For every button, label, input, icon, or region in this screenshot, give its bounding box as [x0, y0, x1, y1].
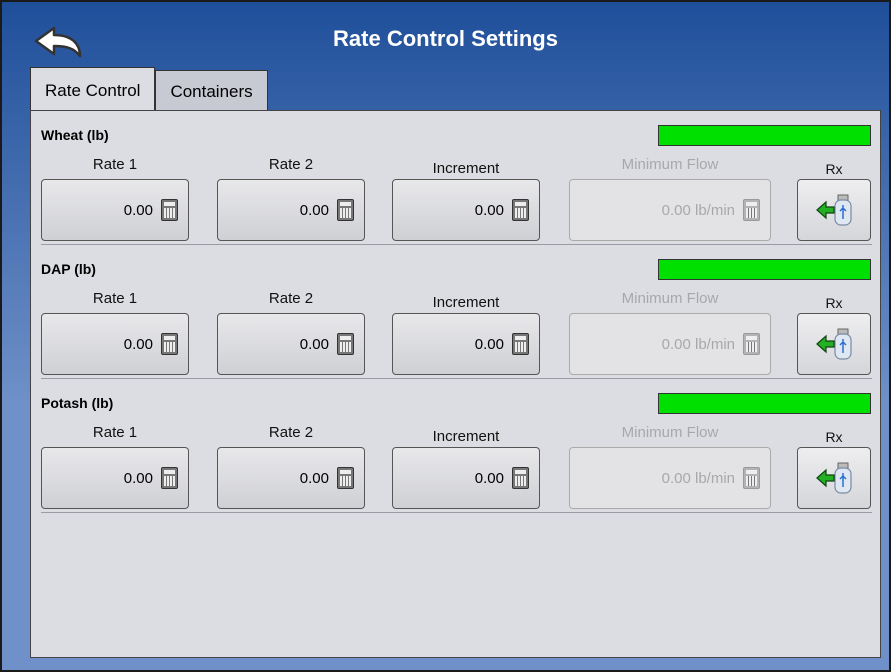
calculator-icon — [161, 333, 178, 355]
calculator-icon — [337, 467, 354, 489]
min-flow-label: Minimum Flow — [621, 156, 719, 173]
min-flow-field: 0.00 lb/min — [569, 447, 771, 509]
min-flow-field: 0.00 lb/min — [569, 179, 771, 241]
calculator-icon — [161, 199, 178, 221]
rate1-field[interactable]: 0.00 — [41, 313, 189, 375]
rate2-value: 0.00 — [299, 201, 329, 219]
calculator-icon — [337, 199, 354, 221]
increment-field[interactable]: 0.00 — [392, 447, 540, 509]
min-flow-field: 0.00 lb/min — [569, 313, 771, 375]
product-status-bar — [658, 393, 871, 414]
window-frame: Rate Control Settings Rate Control Conta… — [0, 0, 891, 672]
min-flow-value: 0.00 lb/min — [661, 335, 735, 353]
tab-rate-control[interactable]: Rate Control — [30, 67, 156, 113]
rate2-value: 0.00 — [299, 335, 329, 353]
rate1-label: Rate 1 — [92, 424, 138, 441]
rate1-field[interactable]: 0.00 — [41, 447, 189, 509]
increment-field[interactable]: 0.00 — [392, 179, 540, 241]
calculator-icon — [743, 199, 760, 221]
increment-label: Increment — [432, 160, 500, 177]
increment-value: 0.00 — [474, 335, 504, 353]
rate1-value: 0.00 — [123, 201, 153, 219]
rate1-label: Rate 1 — [92, 156, 138, 173]
rx-label: Rx — [825, 161, 843, 177]
rate2-value: 0.00 — [299, 469, 329, 487]
rx-button[interactable] — [797, 313, 871, 375]
tab-bar: Rate Control Containers — [30, 67, 268, 113]
section-divider — [41, 512, 872, 513]
tab-containers[interactable]: Containers — [155, 70, 268, 113]
increment-label: Increment — [432, 294, 500, 311]
min-flow-value: 0.00 lb/min — [661, 469, 735, 487]
calculator-icon — [512, 467, 529, 489]
min-flow-value: 0.00 lb/min — [661, 201, 735, 219]
product-section-wheat: Wheat (lb) Rate 1 Rate 2 Increment Minim… — [31, 111, 882, 245]
product-status-bar — [658, 259, 871, 280]
min-flow-label: Minimum Flow — [621, 424, 719, 441]
min-flow-label: Minimum Flow — [621, 290, 719, 307]
calculator-icon — [743, 467, 760, 489]
product-section-dap: DAP (lb) Rate 1 Rate 2 Increment Minimum… — [31, 245, 882, 379]
calculator-icon — [512, 199, 529, 221]
product-name: Wheat (lb) — [41, 127, 109, 143]
product-section-potash: Potash (lb) Rate 1 Rate 2 Increment Mini… — [31, 379, 882, 513]
usb-import-arrow-icon — [816, 194, 852, 226]
rate1-field[interactable]: 0.00 — [41, 179, 189, 241]
increment-value: 0.00 — [474, 201, 504, 219]
product-name: DAP (lb) — [41, 261, 96, 277]
usb-import-arrow-icon — [816, 328, 852, 360]
rate1-value: 0.00 — [123, 469, 153, 487]
rate-control-panel: Wheat (lb) Rate 1 Rate 2 Increment Minim… — [30, 110, 881, 658]
rate2-field[interactable]: 0.00 — [217, 447, 365, 509]
rx-button[interactable] — [797, 179, 871, 241]
rate2-field[interactable]: 0.00 — [217, 179, 365, 241]
increment-label: Increment — [432, 428, 500, 445]
calculator-icon — [337, 333, 354, 355]
rx-button[interactable] — [797, 447, 871, 509]
rx-label: Rx — [825, 295, 843, 311]
rate2-label: Rate 2 — [268, 424, 314, 441]
usb-import-arrow-icon — [816, 462, 852, 494]
rx-label: Rx — [825, 429, 843, 445]
rate2-label: Rate 2 — [268, 290, 314, 307]
rate2-field[interactable]: 0.00 — [217, 313, 365, 375]
calculator-icon — [512, 333, 529, 355]
increment-field[interactable]: 0.00 — [392, 313, 540, 375]
product-status-bar — [658, 125, 871, 146]
rate1-value: 0.00 — [123, 335, 153, 353]
calculator-icon — [743, 333, 760, 355]
product-name: Potash (lb) — [41, 395, 114, 411]
rate1-label: Rate 1 — [92, 290, 138, 307]
rate2-label: Rate 2 — [268, 156, 314, 173]
page-title: Rate Control Settings — [333, 26, 558, 51]
increment-value: 0.00 — [474, 469, 504, 487]
calculator-icon — [161, 467, 178, 489]
